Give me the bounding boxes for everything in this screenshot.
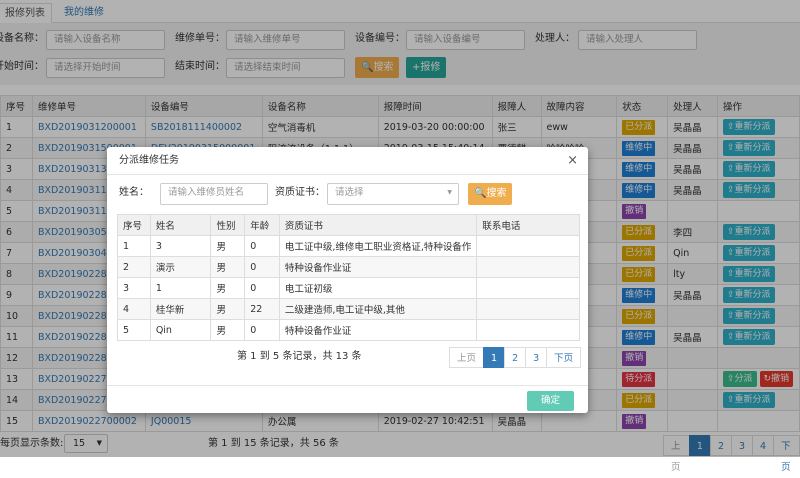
worker-cell: 电工证中级,维修电工职业资格证,特种设备作 — [278, 235, 478, 257]
chevron-down-icon: ▼ — [447, 189, 452, 196]
worker-cell — [476, 319, 580, 341]
column-header: 资质证书 — [278, 214, 478, 236]
dialog-search-button[interactable]: 🔍搜索 — [468, 183, 513, 205]
dialog-records-summary: 第 1 到 5 条记录，共 13 条 — [237, 351, 362, 362]
worker-cell: 特种设备作业证 — [278, 319, 478, 341]
worker-cell: Qin — [149, 319, 212, 341]
worker-name-input[interactable]: 请输入维修员姓名 — [160, 183, 268, 205]
column-header: 联系电话 — [476, 214, 580, 236]
column-header: 性别 — [210, 214, 246, 236]
page-button[interactable]: 上页 — [449, 347, 485, 368]
worker-row[interactable]: 3 1 男 0 电工证初级 — [117, 277, 580, 299]
assign-task-dialog: 分派维修任务 × 姓名： 请输入维修员姓名 资质证书： 请选择 ▼ 🔍搜索 序号姓… — [107, 147, 588, 413]
worker-cell: 0 — [244, 256, 280, 278]
worker-cell: 男 — [210, 319, 246, 341]
worker-cell: 男 — [210, 277, 246, 299]
worker-cell: 演示 — [149, 256, 212, 278]
column-header: 序号 — [117, 214, 151, 236]
worker-cell: 0 — [244, 319, 280, 341]
worker-row[interactable]: 5 Qin 男 0 特种设备作业证 — [117, 319, 580, 341]
worker-cell: 特种设备作业证 — [278, 256, 478, 278]
page-button[interactable]: 下页 — [546, 347, 582, 368]
worker-cell: 4 — [117, 298, 151, 320]
column-header: 姓名 — [149, 214, 212, 236]
search-icon: 🔍 — [474, 188, 487, 199]
worker-table: 序号 姓名 性别 年龄 资质证书 联系电话 1 3 男 0 电工证中级,维修电工职业资格证,特种设备… — [117, 214, 580, 341]
dialog-title: 分派维修任务 — [119, 155, 179, 166]
worker-cell — [476, 298, 580, 320]
worker-cell — [476, 277, 580, 299]
worker-cell: 0 — [244, 277, 280, 299]
worker-cell: 男 — [210, 235, 246, 257]
certificate-label: 资质证书： — [275, 187, 325, 198]
worker-cell: 二级建造师,电工证中级,其他 — [278, 298, 478, 320]
worker-cell: 0 — [244, 235, 280, 257]
page-button[interactable]: 3 — [525, 347, 548, 368]
page-button[interactable]: 2 — [504, 347, 527, 368]
page-button[interactable]: 1 — [483, 347, 506, 368]
close-icon[interactable]: × — [567, 147, 578, 175]
confirm-button[interactable]: 确定 — [527, 391, 574, 411]
dialog-footer-divider — [107, 385, 588, 386]
worker-cell: 3 — [149, 235, 212, 257]
worker-cell: 男 — [210, 298, 246, 320]
worker-cell: 男 — [210, 256, 246, 278]
worker-cell: 5 — [117, 319, 151, 341]
worker-cell: 1 — [117, 235, 151, 257]
worker-cell: 2 — [117, 256, 151, 278]
worker-cell: 电工证初级 — [278, 277, 478, 299]
worker-cell — [476, 235, 580, 257]
dialog-header: 分派维修任务 × — [107, 147, 588, 175]
dialog-pagination: 上页 1 2 3 下页 — [449, 347, 582, 368]
column-header: 年龄 — [244, 214, 280, 236]
worker-cell: 3 — [117, 277, 151, 299]
worker-row[interactable]: 2 演示男 0 特种设备作业证 — [117, 256, 580, 278]
certificate-select[interactable]: 请选择 ▼ — [327, 183, 459, 205]
worker-cell: 桂华新 — [149, 298, 212, 320]
worker-cell: 1 — [149, 277, 212, 299]
worker-name-label: 姓名： — [119, 187, 149, 198]
worker-row[interactable]: 1 3 男 0 电工证中级,维修电工职业资格证,特种设备作 — [117, 235, 580, 257]
worker-cell: 22 — [244, 298, 280, 320]
worker-cell — [476, 256, 580, 278]
worker-row[interactable]: 4 桂华新男 22 二级建造师,电工证中级,其他 — [117, 298, 580, 320]
